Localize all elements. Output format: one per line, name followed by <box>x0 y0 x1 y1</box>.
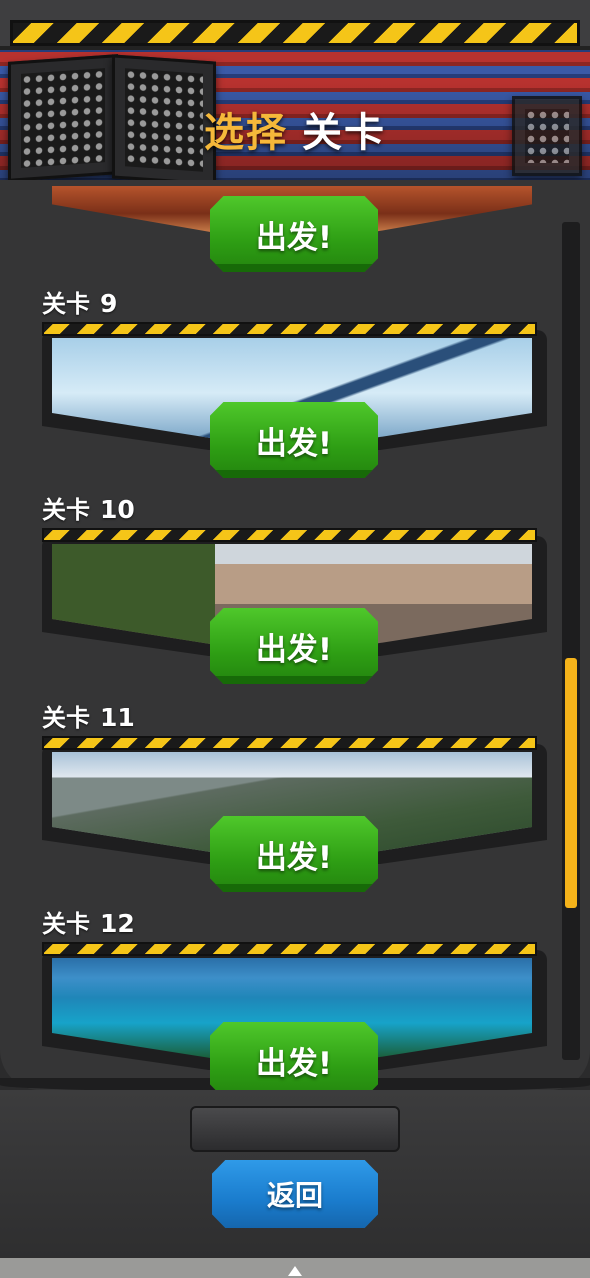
go-button-label: 出发! <box>255 631 333 668</box>
hazard-stripe-band <box>10 20 580 46</box>
level-number: 12 <box>100 909 135 938</box>
page-title-part1: 选择 <box>204 110 288 156</box>
go-button-label: 出发! <box>255 839 333 876</box>
level-number: 11 <box>100 703 135 732</box>
page-title-part2: 关卡 <box>302 110 386 156</box>
go-button-level-9[interactable]: 出发! <box>210 402 378 478</box>
go-button-level-12[interactable]: 出发! <box>210 1022 378 1098</box>
go-button-level-10[interactable]: 出发! <box>210 608 378 684</box>
level-number: 10 <box>100 495 135 524</box>
go-button-level-11[interactable]: 出发! <box>210 816 378 892</box>
level-number: 9 <box>100 289 118 318</box>
go-button-label: 出发! <box>255 219 333 256</box>
up-arrow-icon[interactable] <box>288 1266 302 1276</box>
level-label-11: 关卡 11 <box>42 703 135 732</box>
scrollbar-thumb[interactable] <box>565 658 577 908</box>
button-pedestal <box>190 1106 400 1152</box>
back-button-label: 返回 <box>266 1179 323 1212</box>
stadium-header: 选择 关卡 <box>0 0 590 200</box>
level-label-10: 关卡 10 <box>42 495 135 524</box>
hazard-stripe <box>42 528 537 542</box>
go-button-level-8[interactable]: 出发! <box>210 196 378 272</box>
go-button-label: 出发! <box>255 425 333 462</box>
back-button[interactable]: 返回 <box>212 1160 378 1228</box>
hazard-stripe <box>42 322 537 336</box>
hazard-stripe <box>42 942 537 956</box>
hazard-stripe <box>42 736 537 750</box>
level-label-9: 关卡 9 <box>42 289 118 318</box>
page-title: 选择 关卡 <box>0 100 590 158</box>
scrollbar-track[interactable] <box>562 222 580 1060</box>
go-button-label: 出发! <box>255 1045 333 1082</box>
level-label-12: 关卡 12 <box>42 909 135 938</box>
